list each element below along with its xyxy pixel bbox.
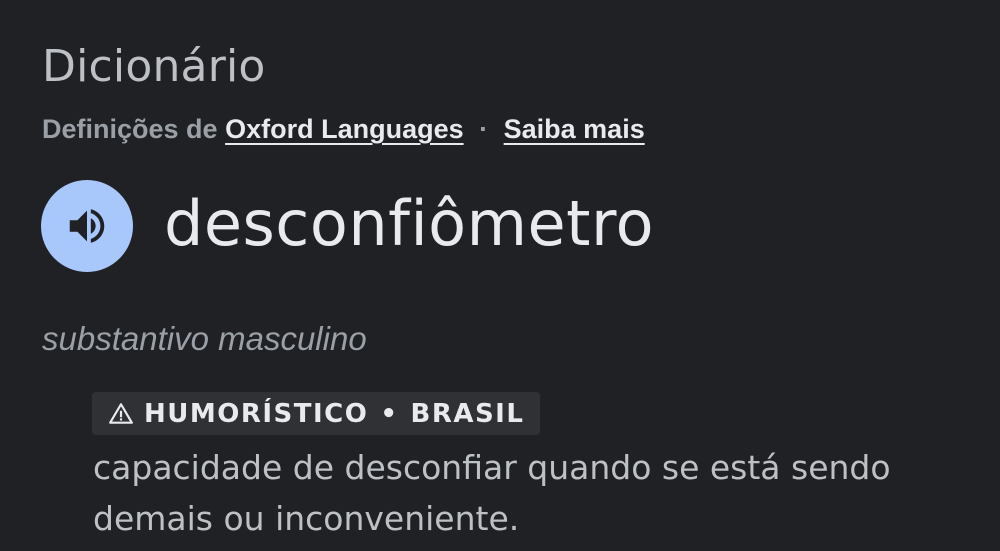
source-separator: ·: [479, 114, 489, 144]
speaker-icon: [69, 209, 105, 243]
learn-more-link[interactable]: Saiba mais: [504, 114, 645, 144]
warning-icon: [109, 402, 133, 424]
usage-region: BRASIL: [410, 398, 525, 429]
part-of-speech: substantivo masculino: [42, 320, 367, 357]
pronunciation-button[interactable]: [41, 180, 133, 272]
source-line: Definições de Oxford Languages · Saiba m…: [42, 112, 645, 146]
usage-separator: •: [380, 398, 399, 429]
dictionary-panel: Dicionário Definições de Oxford Language…: [0, 0, 1000, 551]
headword: desconfiômetro: [164, 187, 655, 260]
dictionary-title: Dicionário: [42, 41, 266, 92]
usage-tag: HUMORÍSTICO • BRASIL: [92, 392, 541, 435]
usage-register: HUMORÍSTICO: [144, 398, 369, 429]
definition-text: capacidade de desconfiar quando se está …: [93, 448, 891, 538]
source-prefix: Definições de: [42, 114, 218, 144]
oxford-languages-link[interactable]: Oxford Languages: [225, 114, 464, 144]
